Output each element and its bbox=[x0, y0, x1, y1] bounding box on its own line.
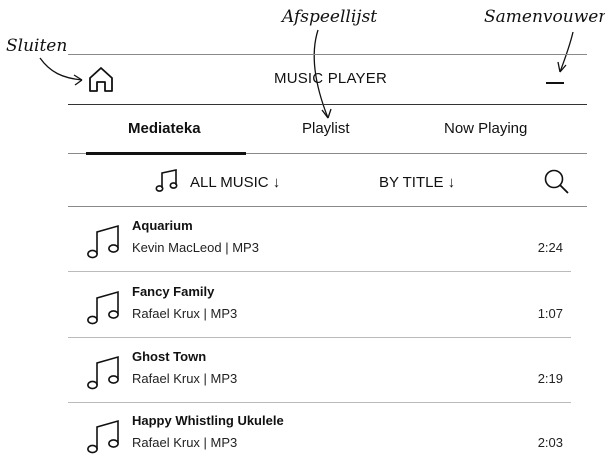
header-bottom-divider bbox=[68, 104, 587, 105]
song-artist-format: Rafael Krux | MP3 bbox=[132, 371, 238, 386]
callout-collapse-arrow bbox=[559, 31, 574, 73]
active-tab-indicator bbox=[86, 152, 246, 155]
music-note-icon bbox=[87, 355, 119, 390]
music-note-icon bbox=[87, 224, 119, 259]
tab-now-playing[interactable]: Now Playing bbox=[444, 120, 527, 137]
song-duration: 2:24 bbox=[537, 240, 563, 255]
home-icon bbox=[89, 67, 113, 92]
song-artist-format: Rafael Krux | MP3 bbox=[132, 435, 238, 450]
song-duration: 1:07 bbox=[537, 306, 563, 321]
tab-playlist[interactable]: Playlist bbox=[302, 120, 350, 137]
song-row[interactable]: Happy Whistling Ukulele Rafael Krux | MP… bbox=[68, 407, 571, 464]
row-divider bbox=[68, 271, 571, 272]
music-note-icon bbox=[87, 290, 119, 325]
callout-close-arrow bbox=[39, 57, 83, 81]
search-icon bbox=[544, 169, 569, 194]
music-note-icon bbox=[87, 419, 119, 454]
collapse-button[interactable] bbox=[544, 72, 568, 88]
all-music-label[interactable]: ALL MUSIC ↓ bbox=[190, 174, 280, 191]
song-duration: 2:19 bbox=[537, 371, 563, 386]
song-title: Aquarium bbox=[132, 218, 193, 233]
tab-mediateka[interactable]: Mediateka bbox=[128, 120, 201, 137]
song-artist-format: Kevin MacLeod | MP3 bbox=[132, 240, 259, 255]
music-note-icon bbox=[155, 169, 178, 192]
song-title: Ghost Town bbox=[132, 349, 207, 364]
callout-collapse: Samenvouwen bbox=[484, 7, 605, 27]
row-divider bbox=[68, 337, 571, 338]
song-row[interactable]: Ghost Town Rafael Krux | MP3 2:19 bbox=[68, 343, 571, 409]
song-artist-format: Rafael Krux | MP3 bbox=[132, 306, 238, 321]
minimize-icon bbox=[546, 82, 564, 84]
song-title: Happy Whistling Ukulele bbox=[132, 413, 284, 428]
callout-playlist: Afspeellijst bbox=[282, 7, 378, 27]
search-button[interactable] bbox=[543, 168, 571, 196]
callout-close: Sluiten bbox=[6, 36, 68, 56]
song-duration: 2:03 bbox=[537, 435, 563, 450]
home-button[interactable] bbox=[86, 64, 116, 94]
sort-by-title[interactable]: BY TITLE ↓ bbox=[379, 174, 455, 191]
song-row[interactable]: Aquarium Kevin MacLeod | MP3 2:24 bbox=[68, 212, 571, 278]
list-top-divider bbox=[68, 206, 587, 207]
page-title: MUSIC PLAYER bbox=[274, 70, 387, 87]
row-divider bbox=[68, 402, 571, 403]
song-row[interactable]: Fancy Family Rafael Krux | MP3 1:07 bbox=[68, 278, 571, 344]
header-top-divider bbox=[68, 54, 587, 55]
song-title: Fancy Family bbox=[132, 284, 215, 299]
